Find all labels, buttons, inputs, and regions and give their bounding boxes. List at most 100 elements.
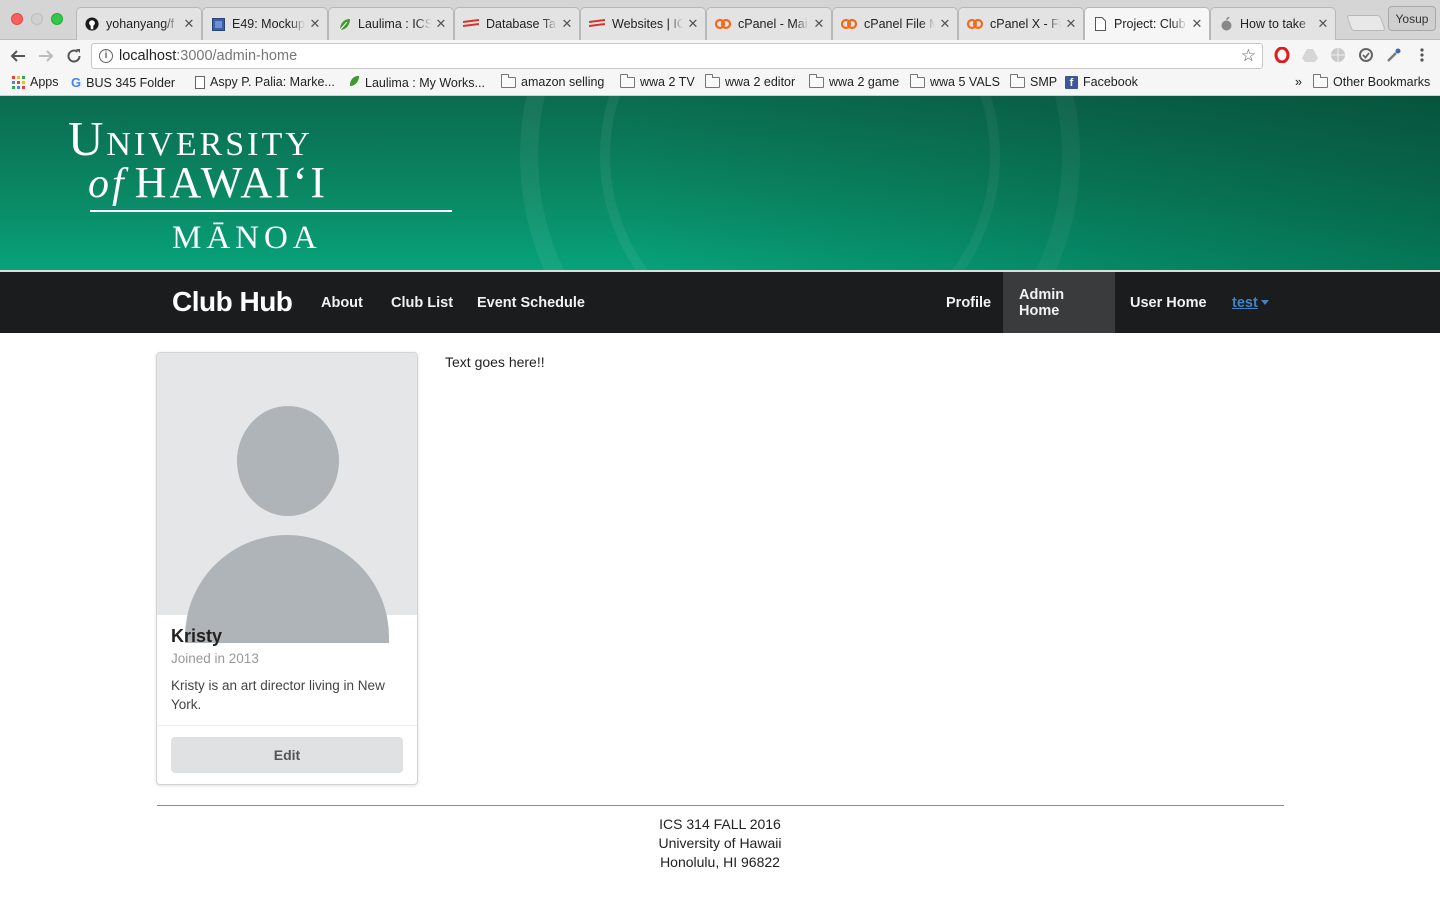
bookmark-folder[interactable]: wwa 5 VALS <box>910 73 1000 89</box>
user-silhouette-icon <box>157 353 417 643</box>
profile-joined-date: Joined in 2013 <box>171 651 259 666</box>
nav-admin-home[interactable]: Admin Home <box>1003 272 1115 333</box>
bookmarks-bar: Apps G BUS 345 Folder Aspy P. Palia: Mar… <box>0 71 1440 96</box>
folder-icon <box>501 73 516 88</box>
drive-icon[interactable] <box>1301 46 1319 64</box>
info-icon[interactable]: i <box>99 49 113 63</box>
bookmark-label: Apps <box>30 75 59 89</box>
browser-tab[interactable]: cPanel File M ✕ <box>832 7 958 40</box>
eyedropper-icon[interactable] <box>1385 46 1403 64</box>
main-navbar: Club Hub About Club List Event Schedule … <box>0 272 1440 333</box>
browser-tab[interactable]: E49: Mockup ✕ <box>202 7 328 40</box>
edit-profile-button[interactable]: Edit <box>171 737 403 773</box>
bookmark-label: Other Bookmarks <box>1333 75 1431 89</box>
nav-club-list[interactable]: Club List <box>391 272 453 333</box>
bookmark-folder[interactable]: SMP <box>1010 73 1058 89</box>
bookmark-apps[interactable]: Apps <box>12 75 59 89</box>
bookmarks-overflow-button[interactable]: » <box>1295 75 1302 89</box>
bookmark-label: Laulima : My Works... <box>365 75 485 90</box>
bookmark-label: wwa 2 editor <box>725 75 796 89</box>
tab-title: cPanel X - Fi <box>990 17 1061 31</box>
card-divider <box>157 725 417 726</box>
opera-icon[interactable] <box>1273 46 1291 64</box>
menu-dots-icon[interactable] <box>1413 46 1431 64</box>
caret-down-icon <box>1260 300 1269 305</box>
bookmark-label: wwa 2 TV <box>640 75 695 89</box>
page-footer: ICS 314 FALL 2016 University of Hawaii H… <box>0 815 1440 872</box>
profile-card: Kristy Joined in 2013 Kristy is an art d… <box>156 352 418 785</box>
banner-logo-manoa: Mānoa <box>172 220 322 256</box>
bookmark-item[interactable]: Laulima : My Works... <box>348 75 485 90</box>
footer-course: ICS 314 FALL 2016 <box>659 816 781 832</box>
nav-profile[interactable]: Profile <box>946 272 991 333</box>
back-arrow-icon[interactable] <box>7 45 29 67</box>
browser-tab[interactable]: cPanel X - Fi ✕ <box>958 7 1084 40</box>
brand-logo[interactable]: Club Hub <box>172 286 293 318</box>
close-tab-icon[interactable]: ✕ <box>1191 16 1203 32</box>
folder-icon <box>910 73 925 88</box>
close-tab-icon[interactable]: ✕ <box>939 16 951 32</box>
tab-title: cPanel - Mai <box>738 17 808 31</box>
bookmark-folder[interactable]: wwa 2 TV <box>620 73 695 89</box>
folder-icon <box>1313 73 1328 88</box>
github-icon <box>85 17 99 31</box>
close-tab-icon[interactable]: ✕ <box>1065 16 1077 32</box>
laulima-leaf-icon <box>348 75 360 90</box>
user-menu-dropdown[interactable]: test <box>1232 272 1269 333</box>
address-bar[interactable]: i localhost:3000/admin-home ☆ <box>91 43 1263 69</box>
bookmark-star-icon[interactable]: ☆ <box>1241 46 1256 66</box>
main-content-text: Text goes here!! <box>445 354 545 370</box>
close-tab-icon[interactable]: ✕ <box>561 16 573 32</box>
bookmark-label: Facebook <box>1083 75 1138 89</box>
nav-event-schedule[interactable]: Event Schedule <box>477 272 585 333</box>
stripe-icon <box>589 17 605 31</box>
bookmark-item[interactable]: G BUS 345 Folder <box>71 75 175 90</box>
banner-logo-hawaii: of Hawai‘i <box>88 158 329 207</box>
new-tab-button[interactable] <box>1346 15 1386 31</box>
maximize-window-icon[interactable] <box>51 13 63 25</box>
bookmark-folder[interactable]: wwa 2 editor <box>705 73 796 89</box>
url-path: :3000/admin-home <box>176 48 298 64</box>
close-window-icon[interactable] <box>11 13 23 25</box>
url-host: localhost <box>119 48 177 64</box>
address-url: localhost:3000/admin-home <box>119 48 297 64</box>
doc-icon <box>211 17 225 31</box>
banner-logo-university: University <box>68 111 313 166</box>
bookmark-item[interactable]: f Facebook <box>1065 75 1138 89</box>
close-tab-icon[interactable]: ✕ <box>309 16 321 32</box>
close-tab-icon[interactable]: ✕ <box>813 16 825 32</box>
footer-divider <box>157 805 1284 806</box>
browser-tab[interactable]: Laulima : ICS ✕ <box>328 7 454 40</box>
browser-profile-button[interactable]: Yosup <box>1388 6 1436 31</box>
tab-title: cPanel File M <box>864 17 935 31</box>
browser-tab[interactable]: yohanyang/f ✕ <box>76 7 202 40</box>
tab-title: Database Ta <box>486 17 556 31</box>
banner-logo-hawaii-text: Hawai‘i <box>134 158 329 207</box>
browser-tab[interactable]: How to take ✕ <box>1210 7 1336 40</box>
close-tab-icon[interactable]: ✕ <box>687 16 699 32</box>
minimize-window-icon[interactable] <box>31 13 43 25</box>
bookmark-label: SMP <box>1030 75 1058 89</box>
bookmark-item[interactable]: Aspy P. Palia: Marke... <box>195 75 335 89</box>
nav-about[interactable]: About <box>321 272 363 333</box>
reload-icon[interactable] <box>63 45 85 67</box>
google-icon: G <box>71 75 82 90</box>
forward-arrow-icon[interactable] <box>35 45 57 67</box>
banner-logo-rule <box>90 210 452 212</box>
browser-tab[interactable]: Websites | ICS ✕ <box>580 7 706 40</box>
close-tab-icon[interactable]: ✕ <box>183 16 195 32</box>
globe-icon[interactable] <box>1329 46 1347 64</box>
folder-icon <box>620 73 635 88</box>
browser-tab[interactable]: cPanel - Mai ✕ <box>706 7 832 40</box>
folder-icon <box>809 73 824 88</box>
sync-icon[interactable] <box>1357 46 1375 64</box>
close-tab-icon[interactable]: ✕ <box>435 16 447 32</box>
browser-tab-active[interactable]: Project: Club ✕ <box>1084 7 1210 40</box>
bookmark-folder[interactable]: amazon selling <box>501 73 604 89</box>
close-tab-icon[interactable]: ✕ <box>1317 16 1329 32</box>
other-bookmarks-folder[interactable]: Other Bookmarks <box>1313 73 1431 89</box>
nav-user-home[interactable]: User Home <box>1130 272 1207 333</box>
browser-tab[interactable]: Database Ta ✕ <box>454 7 580 40</box>
bookmark-folder[interactable]: wwa 2 game <box>809 73 899 89</box>
page-icon <box>1093 17 1107 31</box>
